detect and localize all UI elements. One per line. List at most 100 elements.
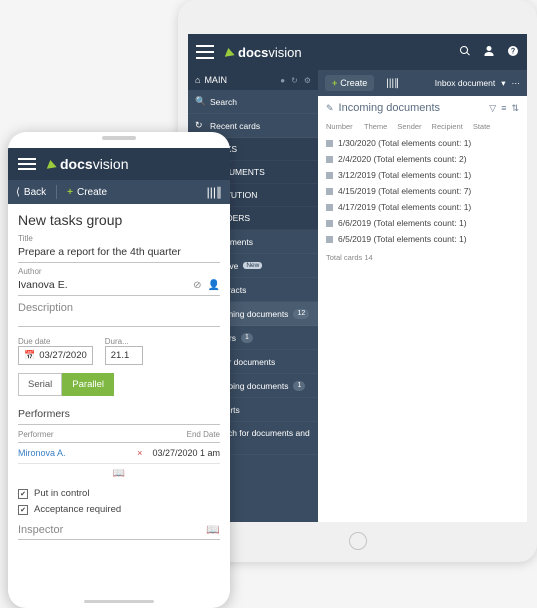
main-title: Incoming documents — [339, 102, 485, 114]
brand: docsvision — [224, 45, 459, 60]
badge-count: 1 — [293, 381, 305, 391]
brand-logo-icon — [223, 47, 234, 57]
author-field-label: Author — [18, 267, 220, 276]
page-title: New tasks group — [18, 212, 220, 228]
serial-button[interactable]: Serial — [18, 373, 62, 396]
expand-icon[interactable] — [326, 204, 333, 211]
arrow-left-icon: ⟨ — [16, 187, 20, 198]
plus-icon: + — [67, 187, 73, 198]
title-field[interactable]: Prepare a report for the 4th quarter — [18, 243, 220, 263]
book-icon[interactable]: 📖 — [206, 523, 220, 536]
duration-field[interactable]: 21.1 — [105, 346, 143, 365]
sidebar-main-row[interactable]: ⌂ MAIN ● ↻ ⚙ — [188, 70, 318, 90]
checkbox-icon: ✔ — [18, 489, 28, 499]
tablet-screen: docsvision ⌂ MAIN ● ↻ ⚙ — [188, 34, 527, 522]
tablet-frame: docsvision ⌂ MAIN ● ↻ ⚙ — [178, 0, 537, 562]
phone-frame: docsvision ⟨Back +Create |||∥ New tasks … — [8, 132, 230, 608]
user-icon[interactable] — [483, 45, 495, 60]
phone-body: New tasks group Title Prepare a report f… — [8, 204, 230, 592]
put-in-control-checkbox[interactable]: ✔ Put in control — [18, 488, 220, 499]
brand-text: docsvision — [238, 45, 302, 60]
performer-row[interactable]: Mironova A. × 03/27/2020 1 am — [18, 443, 220, 464]
phone-screen: docsvision ⟨Back +Create |||∥ New tasks … — [8, 148, 230, 592]
inspector-field[interactable]: Inspector 📖 — [18, 523, 220, 540]
table-row[interactable]: 6/5/2019 (Total elements count: 1) — [326, 231, 519, 247]
list-icon[interactable]: ≡ — [501, 103, 506, 113]
calendar-icon: 📅 — [24, 350, 35, 361]
badge-new: New — [243, 262, 262, 269]
chevron-down-icon[interactable]: ▾ — [501, 78, 505, 89]
barcode-icon[interactable]: |||∥ — [207, 185, 222, 199]
clear-icon[interactable]: ⊘ — [193, 280, 201, 291]
hamburger-icon[interactable] — [18, 158, 36, 170]
phone-toolbar: ⟨Back +Create |||∥ — [8, 180, 230, 204]
barcode-icon[interactable]: |||∥ — [386, 78, 399, 89]
clock-icon: ↻ — [195, 120, 205, 131]
performers-table: Performer End Date Mironova A. × 03/27/2… — [18, 427, 220, 483]
tablet-header: docsvision — [188, 34, 527, 70]
performer-date: 03/27/2020 1 am — [152, 448, 220, 458]
book-icon[interactable]: 📖 — [18, 464, 220, 483]
plus-icon: + — [332, 78, 337, 88]
table-row[interactable]: 4/15/2019 (Total elements count: 7) — [326, 183, 519, 199]
table-row[interactable]: 3/12/2019 (Total elements count: 1) — [326, 167, 519, 183]
phone-header: docsvision — [8, 148, 230, 180]
duedate-label: Due date — [18, 337, 93, 346]
table-header: Number Theme Sender Recipient State — [318, 120, 527, 133]
help-icon[interactable] — [507, 45, 519, 60]
more-icon[interactable]: ⋯ — [512, 78, 521, 89]
table-row[interactable]: 2/4/2020 (Total elements count: 2) — [326, 151, 519, 167]
expand-icon[interactable] — [326, 172, 333, 179]
checkbox-icon: ✔ — [18, 505, 28, 515]
phone-notch — [102, 136, 136, 140]
description-field[interactable]: Description — [18, 296, 220, 327]
expand-icon[interactable] — [326, 140, 333, 147]
phone-home-bar[interactable] — [84, 600, 154, 603]
home-icon: ⌂ — [195, 75, 200, 85]
badge-count: 12 — [293, 309, 309, 319]
performer-name[interactable]: Mironova A. — [18, 448, 137, 458]
tablet-toolbar: +Create |||∥ Inbox document ▾ ⋯ — [318, 70, 527, 96]
back-button[interactable]: ⟨Back — [16, 187, 46, 198]
duration-label: Dura... — [105, 337, 143, 346]
tablet-main: +Create |||∥ Inbox document ▾ ⋯ ✎ Incomi… — [318, 70, 527, 522]
create-button[interactable]: +Create — [325, 75, 374, 91]
brand-logo-icon — [45, 159, 56, 169]
hamburger-icon[interactable] — [196, 45, 214, 59]
expand-icon[interactable] — [326, 220, 333, 227]
main-title-row: ✎ Incoming documents ▽ ≡ ⇅ — [318, 96, 527, 120]
table-body: 1/30/2020 (Total elements count: 1) 2/4/… — [318, 133, 527, 249]
sidebar-main-label: MAIN — [204, 75, 227, 85]
filter-icon[interactable]: ▽ — [489, 103, 496, 114]
refresh-icon[interactable]: ↻ — [291, 76, 298, 85]
sort-icon[interactable]: ⇅ — [511, 103, 519, 114]
badge-count: 1 — [241, 333, 253, 343]
duedate-field[interactable]: 📅03/27/2020 — [18, 346, 93, 365]
contact-icon[interactable]: 👤 — [208, 280, 220, 291]
sidebar-item-search[interactable]: 🔍Search — [188, 90, 318, 114]
gear-icon[interactable]: ⚙ — [304, 76, 311, 85]
parallel-button[interactable]: Parallel — [62, 373, 114, 396]
total-count: Total cards 14 — [318, 249, 527, 266]
author-field[interactable]: Ivanova E. ⊘👤 — [18, 276, 220, 296]
tablet-home-button[interactable] — [349, 532, 367, 550]
search-icon[interactable] — [459, 45, 471, 60]
search-icon: 🔍 — [195, 96, 205, 107]
expand-icon[interactable] — [326, 188, 333, 195]
remove-icon[interactable]: × — [137, 448, 142, 458]
brand: docsvision — [46, 156, 220, 172]
doc-icon: ✎ — [326, 103, 334, 114]
col-enddate: End Date — [187, 430, 220, 439]
table-row[interactable]: 4/17/2019 (Total elements count: 1) — [326, 199, 519, 215]
inbox-label: Inbox document — [435, 78, 495, 88]
performers-section: Performers — [18, 408, 220, 425]
title-field-label: Title — [18, 234, 220, 243]
expand-icon[interactable] — [326, 236, 333, 243]
table-row[interactable]: 1/30/2020 (Total elements count: 1) — [326, 135, 519, 151]
table-row[interactable]: 6/6/2019 (Total elements count: 1) — [326, 215, 519, 231]
col-performer: Performer — [18, 430, 187, 439]
acceptance-checkbox[interactable]: ✔ Acceptance required — [18, 504, 220, 515]
expand-icon[interactable] — [326, 156, 333, 163]
create-button[interactable]: +Create — [67, 187, 107, 198]
dot-icon: ● — [280, 76, 285, 85]
